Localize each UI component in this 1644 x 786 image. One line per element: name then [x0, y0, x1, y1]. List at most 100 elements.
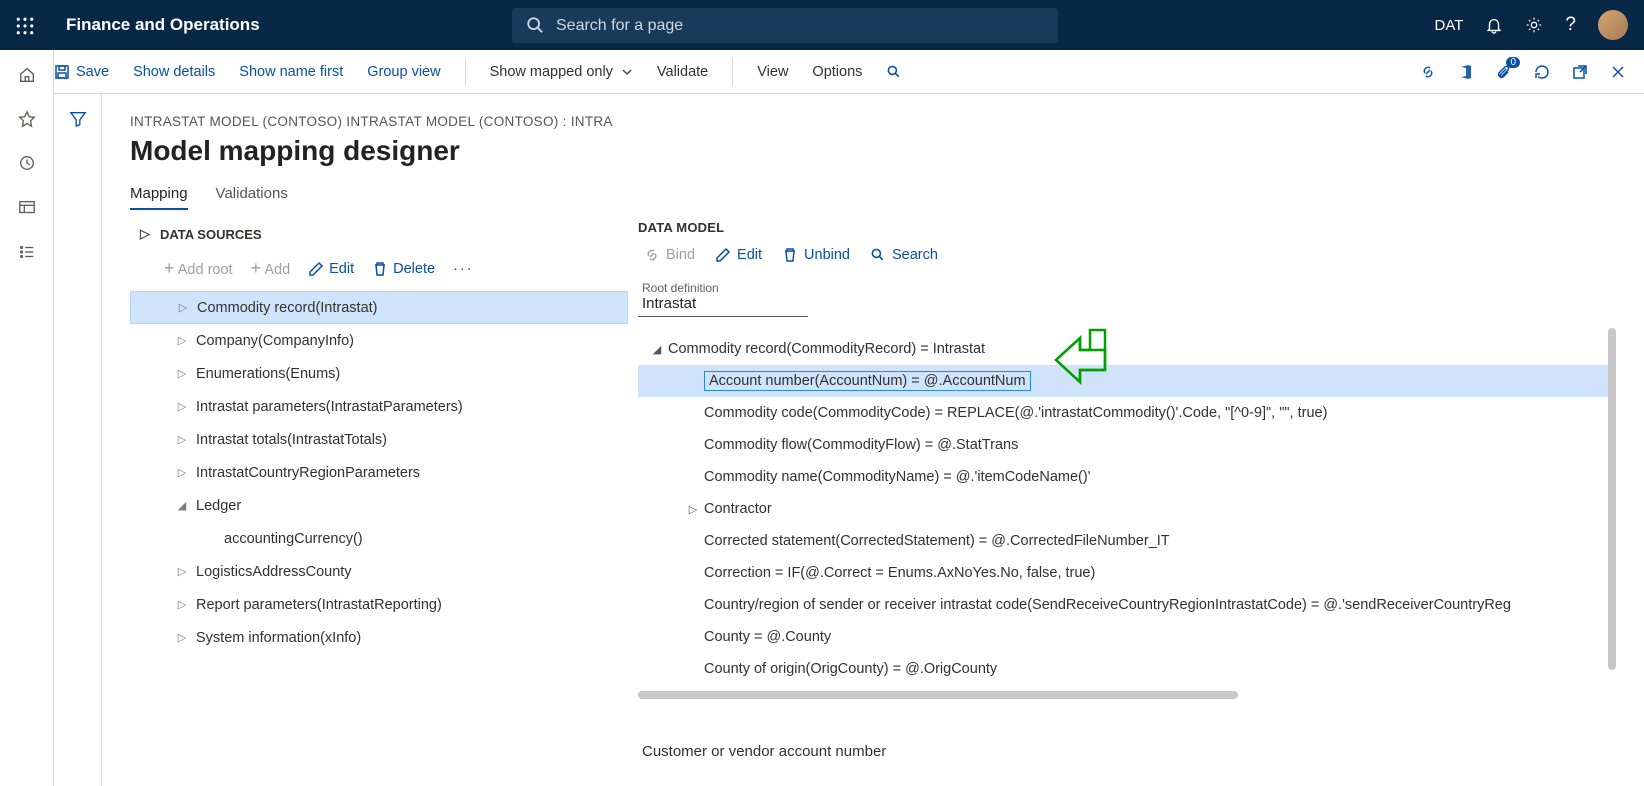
gear-icon[interactable] [1525, 16, 1543, 34]
unbind-button[interactable]: Unbind [782, 247, 850, 263]
delete-button[interactable]: Delete [372, 261, 435, 277]
dm-row[interactable]: County = @.County [638, 621, 1616, 653]
dm-edit-button[interactable]: Edit [715, 247, 762, 263]
app-title: Finance and Operations [66, 15, 260, 35]
dm-row-label: County of origin(OrigCounty) = @.OrigCou… [704, 661, 997, 677]
home-icon[interactable] [18, 66, 36, 84]
dm-row[interactable]: Correction = IF(@.Correct = Enums.AxNoYe… [638, 557, 1616, 589]
ds-node-label: Intrastat totals(IntrastatTotals) [196, 432, 387, 448]
ds-node[interactable]: ▷Enumerations(Enums) [130, 357, 628, 390]
caret-right-icon[interactable]: ▷ [168, 466, 196, 479]
search-placeholder: Search for a page [556, 17, 683, 35]
help-icon[interactable]: ? [1565, 14, 1576, 36]
search-action-icon[interactable] [886, 63, 902, 79]
dm-row-label: Contractor [704, 501, 772, 517]
vertical-scrollbar[interactable] [1608, 328, 1616, 670]
ds-node-label: accountingCurrency() [224, 531, 363, 547]
caret-right-icon[interactable]: ▷ [168, 334, 196, 347]
dm-row-label: Country/region of sender or receiver int… [704, 597, 1511, 613]
collapse-caret-icon[interactable]: ▷ [130, 226, 160, 242]
dm-row-label: Corrected statement(CorrectedStatement) … [704, 533, 1170, 549]
dm-row[interactable]: County of origin(OrigCounty) = @.OrigCou… [638, 653, 1616, 685]
avatar[interactable] [1598, 10, 1628, 40]
dm-row[interactable]: Corrected statement(CorrectedStatement) … [638, 525, 1616, 557]
dm-row-label: Correction = IF(@.Correct = Enums.AxNoYe… [704, 565, 1095, 581]
caret-right-icon[interactable]: ▷ [168, 400, 196, 413]
ds-node-label: Enumerations(Enums) [196, 366, 340, 382]
caret-right-icon[interactable]: ▷ [168, 598, 196, 611]
list-icon[interactable] [18, 243, 36, 261]
horizontal-scrollbar[interactable] [638, 691, 1238, 699]
validate-button[interactable]: Validate [657, 64, 708, 80]
funnel-icon[interactable] [69, 110, 87, 127]
dm-search-button[interactable]: Search [870, 247, 938, 263]
caret-icon[interactable]: ◢ [646, 343, 668, 356]
ds-node[interactable]: ▷Intrastat totals(IntrastatTotals) [130, 423, 628, 456]
caret-right-icon[interactable]: ▷ [169, 301, 197, 314]
save-button[interactable]: Save [54, 64, 109, 80]
ds-node-label: Report parameters(IntrastatReporting) [196, 597, 442, 613]
caret-right-icon[interactable]: ▷ [168, 565, 196, 578]
ds-node[interactable]: ▷Commodity record(Intrastat) [130, 291, 628, 324]
dm-row-label: Commodity code(CommodityCode) = REPLACE(… [704, 405, 1327, 421]
office-icon[interactable] [1458, 63, 1474, 79]
global-search[interactable]: Search for a page [512, 8, 1058, 43]
group-view-button[interactable]: Group view [367, 64, 440, 80]
add-root-button[interactable]: + Add root [164, 258, 233, 279]
options-menu[interactable]: Options [812, 64, 862, 80]
workspace-icon[interactable] [18, 199, 36, 217]
link-icon[interactable] [1420, 63, 1436, 79]
page-title: Model mapping designer [130, 135, 1616, 167]
attachments-button[interactable]: 0 [1496, 63, 1512, 79]
dm-row[interactable]: Country/region of sender or receiver int… [638, 589, 1616, 621]
tab-mapping[interactable]: Mapping [130, 185, 188, 210]
company-picker[interactable]: DAT [1435, 17, 1464, 34]
dm-row[interactable]: Commodity code(CommodityCode) = REPLACE(… [638, 397, 1616, 429]
star-icon[interactable] [18, 110, 36, 128]
dm-row[interactable]: ▷Contractor [638, 493, 1616, 525]
dm-row[interactable]: Account number(AccountNum) = @.AccountNu… [638, 365, 1616, 397]
annotation-arrow [1050, 320, 1110, 390]
data-model-header: DATA MODEL [638, 220, 1616, 235]
dm-row-label: Commodity name(CommodityName) = @.'itemC… [704, 469, 1090, 485]
dm-row[interactable]: ◢Commodity record(CommodityRecord) = Int… [638, 333, 1616, 365]
view-menu[interactable]: View [757, 64, 788, 80]
dm-row[interactable]: Commodity name(CommodityName) = @.'itemC… [638, 461, 1616, 493]
dm-row[interactable]: Commodity flow(CommodityFlow) = @.StatTr… [638, 429, 1616, 461]
tab-validations[interactable]: Validations [216, 185, 288, 210]
bind-button[interactable]: Bind [644, 247, 695, 263]
ds-node[interactable]: accountingCurrency() [130, 522, 628, 555]
popout-icon[interactable] [1572, 63, 1588, 79]
ds-node[interactable]: ▷Intrastat parameters(IntrastatParameter… [130, 390, 628, 423]
ds-node-label: System information(xInfo) [196, 630, 361, 646]
more-icon[interactable]: ··· [453, 261, 474, 277]
caret-down-icon[interactable]: ◢ [168, 499, 196, 512]
caret-right-icon[interactable]: ▷ [168, 433, 196, 446]
ds-node[interactable]: ▷System information(xInfo) [130, 621, 628, 654]
root-definition-field[interactable]: Root definition Intrastat [638, 279, 808, 317]
ds-node-label: Commodity record(Intrastat) [197, 300, 378, 316]
dm-row-label: Account number(AccountNum) = @.AccountNu… [704, 371, 1031, 391]
ds-node[interactable]: ◢Ledger [130, 489, 628, 522]
bell-icon[interactable] [1485, 16, 1503, 34]
edit-button[interactable]: Edit [308, 261, 354, 277]
refresh-icon[interactable] [1534, 63, 1550, 79]
ds-node[interactable]: ▷IntrastatCountryRegionParameters [130, 456, 628, 489]
ds-node-label: Ledger [196, 498, 241, 514]
caret-icon[interactable]: ▷ [682, 503, 704, 516]
show-mapped-only-dropdown[interactable]: Show mapped only [490, 64, 633, 80]
caret-right-icon[interactable]: ▷ [168, 631, 196, 644]
waffle-icon[interactable] [0, 15, 50, 36]
data-sources-header: DATA SOURCES [160, 227, 262, 242]
ds-node[interactable]: ▷LogisticsAddressCounty [130, 555, 628, 588]
ds-node[interactable]: ▷Company(CompanyInfo) [130, 324, 628, 357]
show-name-first-button[interactable]: Show name first [239, 64, 343, 80]
ds-node-label: LogisticsAddressCounty [196, 564, 352, 580]
caret-right-icon[interactable]: ▷ [168, 367, 196, 380]
clock-icon[interactable] [18, 154, 36, 172]
close-icon[interactable] [1610, 63, 1626, 79]
show-details-button[interactable]: Show details [133, 64, 215, 80]
ds-node[interactable]: ▷Report parameters(IntrastatReporting) [130, 588, 628, 621]
breadcrumb: INTRASTAT MODEL (CONTOSO) INTRASTAT MODE… [130, 114, 1616, 129]
add-button[interactable]: + Add [251, 258, 291, 279]
